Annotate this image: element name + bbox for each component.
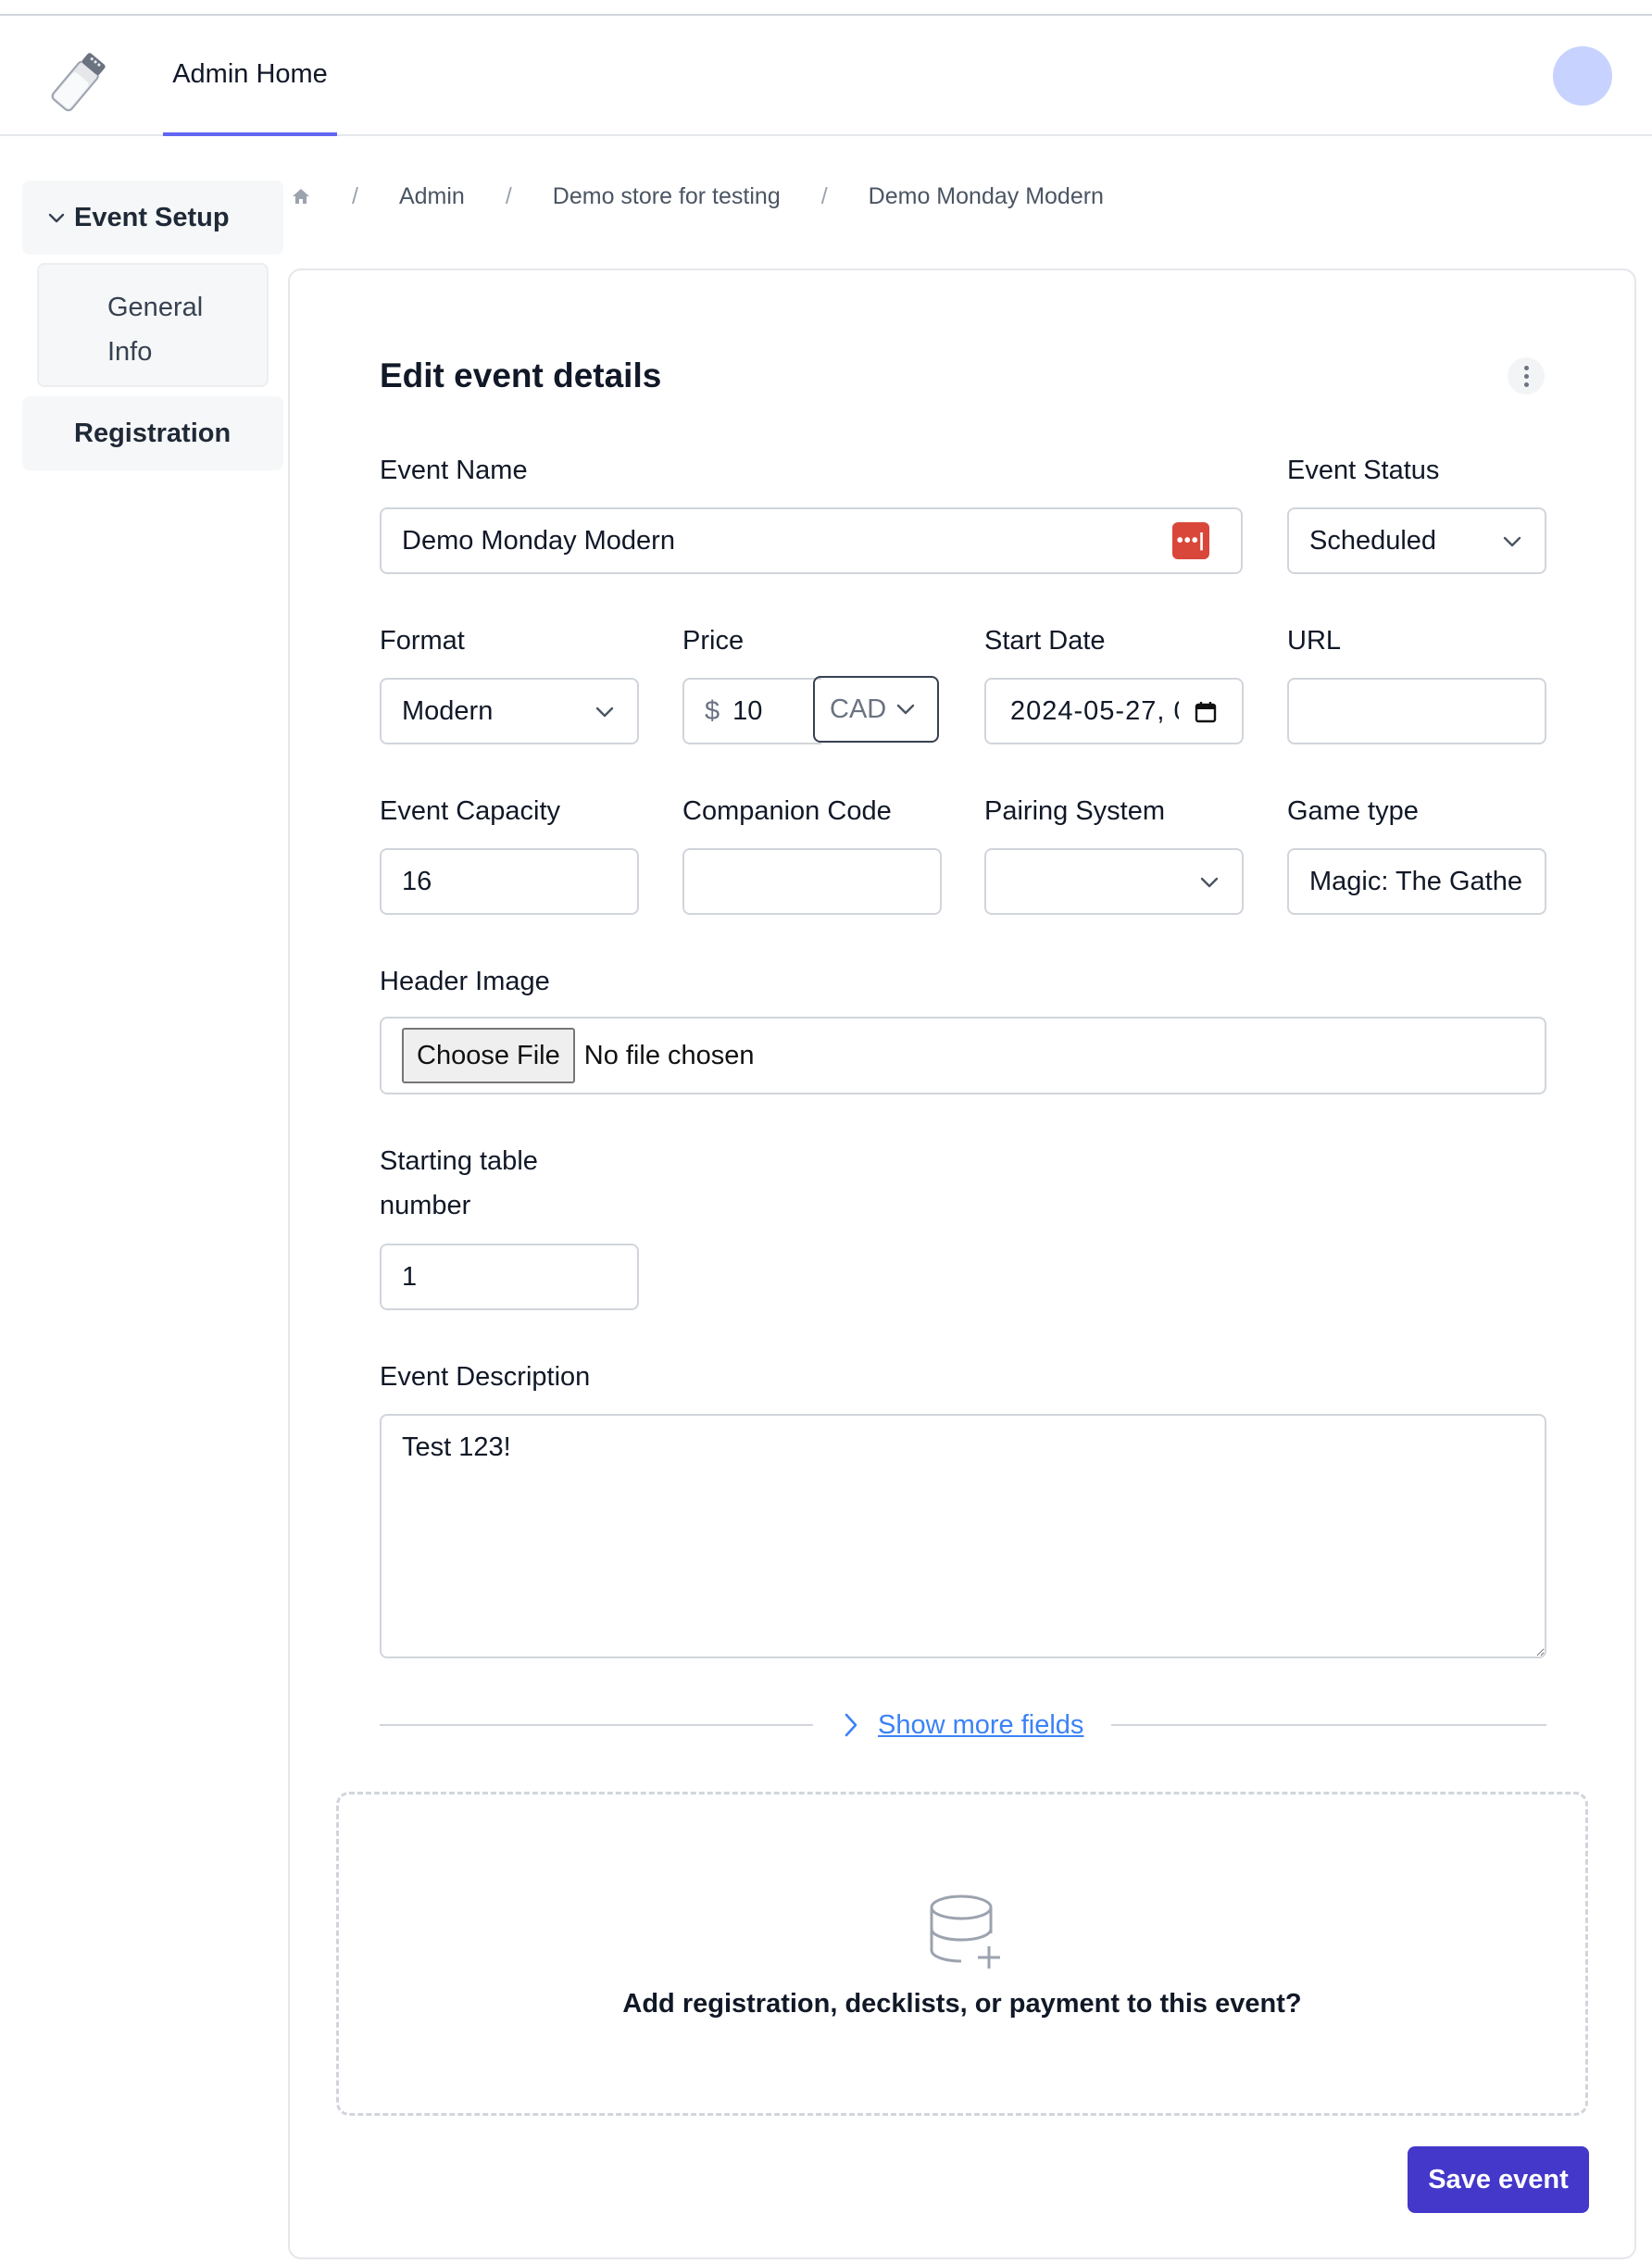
calendar-icon[interactable] bbox=[1194, 700, 1218, 724]
event-name-label: Event Name bbox=[380, 456, 528, 485]
sidebar-item-label: Registration bbox=[74, 418, 232, 448]
game-type-value: Magic: The Gathering bbox=[1309, 866, 1524, 896]
event-status-select[interactable]: Scheduled bbox=[1287, 507, 1546, 574]
sidebar-group-label: Event Setup bbox=[74, 202, 230, 232]
game-type-input[interactable]: Magic: The Gathering bbox=[1287, 848, 1546, 915]
format-select[interactable]: Modern bbox=[380, 678, 639, 744]
starting-table-value: 1 bbox=[402, 1261, 418, 1292]
event-capacity-input[interactable]: 16 bbox=[380, 848, 639, 915]
chevron-down-icon bbox=[595, 706, 614, 718]
companion-code-input[interactable] bbox=[682, 848, 942, 915]
sidebar-item-label: General Info bbox=[107, 293, 204, 367]
breadcrumb-store[interactable]: Demo store for testing bbox=[553, 183, 781, 210]
chevron-down-icon bbox=[1200, 877, 1219, 888]
game-type-label: Game type bbox=[1287, 796, 1419, 826]
companion-code-label: Companion Code bbox=[682, 796, 892, 826]
chevron-down-icon bbox=[48, 213, 65, 223]
divider-left bbox=[380, 1724, 813, 1726]
event-description-textarea[interactable]: Test 123! bbox=[380, 1414, 1546, 1658]
top-nav-bar: Admin Home bbox=[0, 16, 1652, 136]
url-input[interactable] bbox=[1287, 678, 1546, 744]
event-status-value: Scheduled bbox=[1309, 525, 1437, 556]
page-title: Edit event details bbox=[380, 356, 662, 394]
show-more-fields-label: Show more fields bbox=[878, 1709, 1084, 1740]
price-input[interactable]: $ 10 bbox=[682, 678, 821, 744]
event-status-label: Event Status bbox=[1287, 456, 1440, 485]
start-date-label: Start Date bbox=[984, 626, 1106, 656]
event-name-value: Demo Monday Modern bbox=[402, 525, 675, 556]
home-icon[interactable] bbox=[291, 186, 311, 206]
breadcrumb: / Admin / Demo store for testing / Demo … bbox=[291, 176, 1104, 217]
format-label: Format bbox=[380, 626, 465, 656]
file-status-text: No file chosen bbox=[583, 1040, 755, 1070]
pairing-system-label: Pairing System bbox=[984, 796, 1166, 826]
chevron-down-icon bbox=[1503, 536, 1521, 547]
starting-table-input[interactable]: 1 bbox=[380, 1244, 639, 1310]
save-event-button[interactable]: Save event bbox=[1408, 2146, 1589, 2213]
choose-file-button[interactable]: Choose File bbox=[402, 1028, 575, 1083]
dropzone-text: Add registration, decklists, or payment … bbox=[622, 1989, 1302, 2019]
pairing-system-select[interactable] bbox=[984, 848, 1244, 915]
price-label: Price bbox=[682, 626, 745, 656]
chevron-right-icon bbox=[845, 1713, 857, 1737]
price-value: 10 bbox=[732, 695, 763, 726]
breadcrumb-event[interactable]: Demo Monday Modern bbox=[869, 183, 1104, 210]
currency-select[interactable]: CAD bbox=[813, 676, 939, 743]
sidebar-item-registration[interactable]: Registration bbox=[22, 396, 283, 470]
currency-value: CAD bbox=[830, 694, 887, 724]
user-avatar[interactable] bbox=[1553, 46, 1612, 106]
show-more-fields-link[interactable]: Show more fields bbox=[841, 1704, 1083, 1746]
breadcrumb-separator: / bbox=[505, 182, 512, 209]
event-capacity-value: 16 bbox=[402, 866, 432, 896]
password-manager-icon[interactable]: •••| bbox=[1172, 522, 1209, 559]
format-value: Modern bbox=[402, 695, 494, 726]
sidebar-item-general-info[interactable]: General Info bbox=[37, 263, 269, 387]
starting-table-label: Starting table number bbox=[380, 1146, 538, 1220]
event-name-input[interactable]: Demo Monday Modern •••| bbox=[380, 507, 1243, 574]
top-border bbox=[0, 0, 1652, 16]
nav-admin-home[interactable]: Admin Home bbox=[163, 16, 337, 136]
more-options-icon[interactable] bbox=[1508, 357, 1545, 394]
add-registration-dropzone[interactable]: Add registration, decklists, or payment … bbox=[336, 1792, 1588, 2116]
salt-shaker-logo-icon[interactable] bbox=[41, 40, 120, 119]
sidebar-group-event-setup[interactable]: Event Setup bbox=[22, 181, 283, 255]
database-add-icon bbox=[930, 1894, 1000, 1969]
start-date-value: 2024-05-27, 0 bbox=[1010, 695, 1179, 726]
header-image-label: Header Image bbox=[380, 967, 550, 996]
start-date-input[interactable]: 2024-05-27, 0 bbox=[984, 678, 1244, 744]
breadcrumb-separator: / bbox=[820, 182, 828, 209]
chevron-down-icon bbox=[897, 704, 915, 715]
currency-symbol: $ bbox=[705, 695, 720, 726]
header-image-file-input[interactable]: Choose File No file chosen bbox=[380, 1017, 1546, 1094]
event-description-label: Event Description bbox=[380, 1362, 591, 1392]
url-label: URL bbox=[1287, 626, 1342, 656]
breadcrumb-separator: / bbox=[352, 182, 358, 209]
breadcrumb-admin[interactable]: Admin bbox=[399, 183, 465, 210]
event-capacity-label: Event Capacity bbox=[380, 796, 561, 826]
divider-right bbox=[1111, 1724, 1546, 1726]
